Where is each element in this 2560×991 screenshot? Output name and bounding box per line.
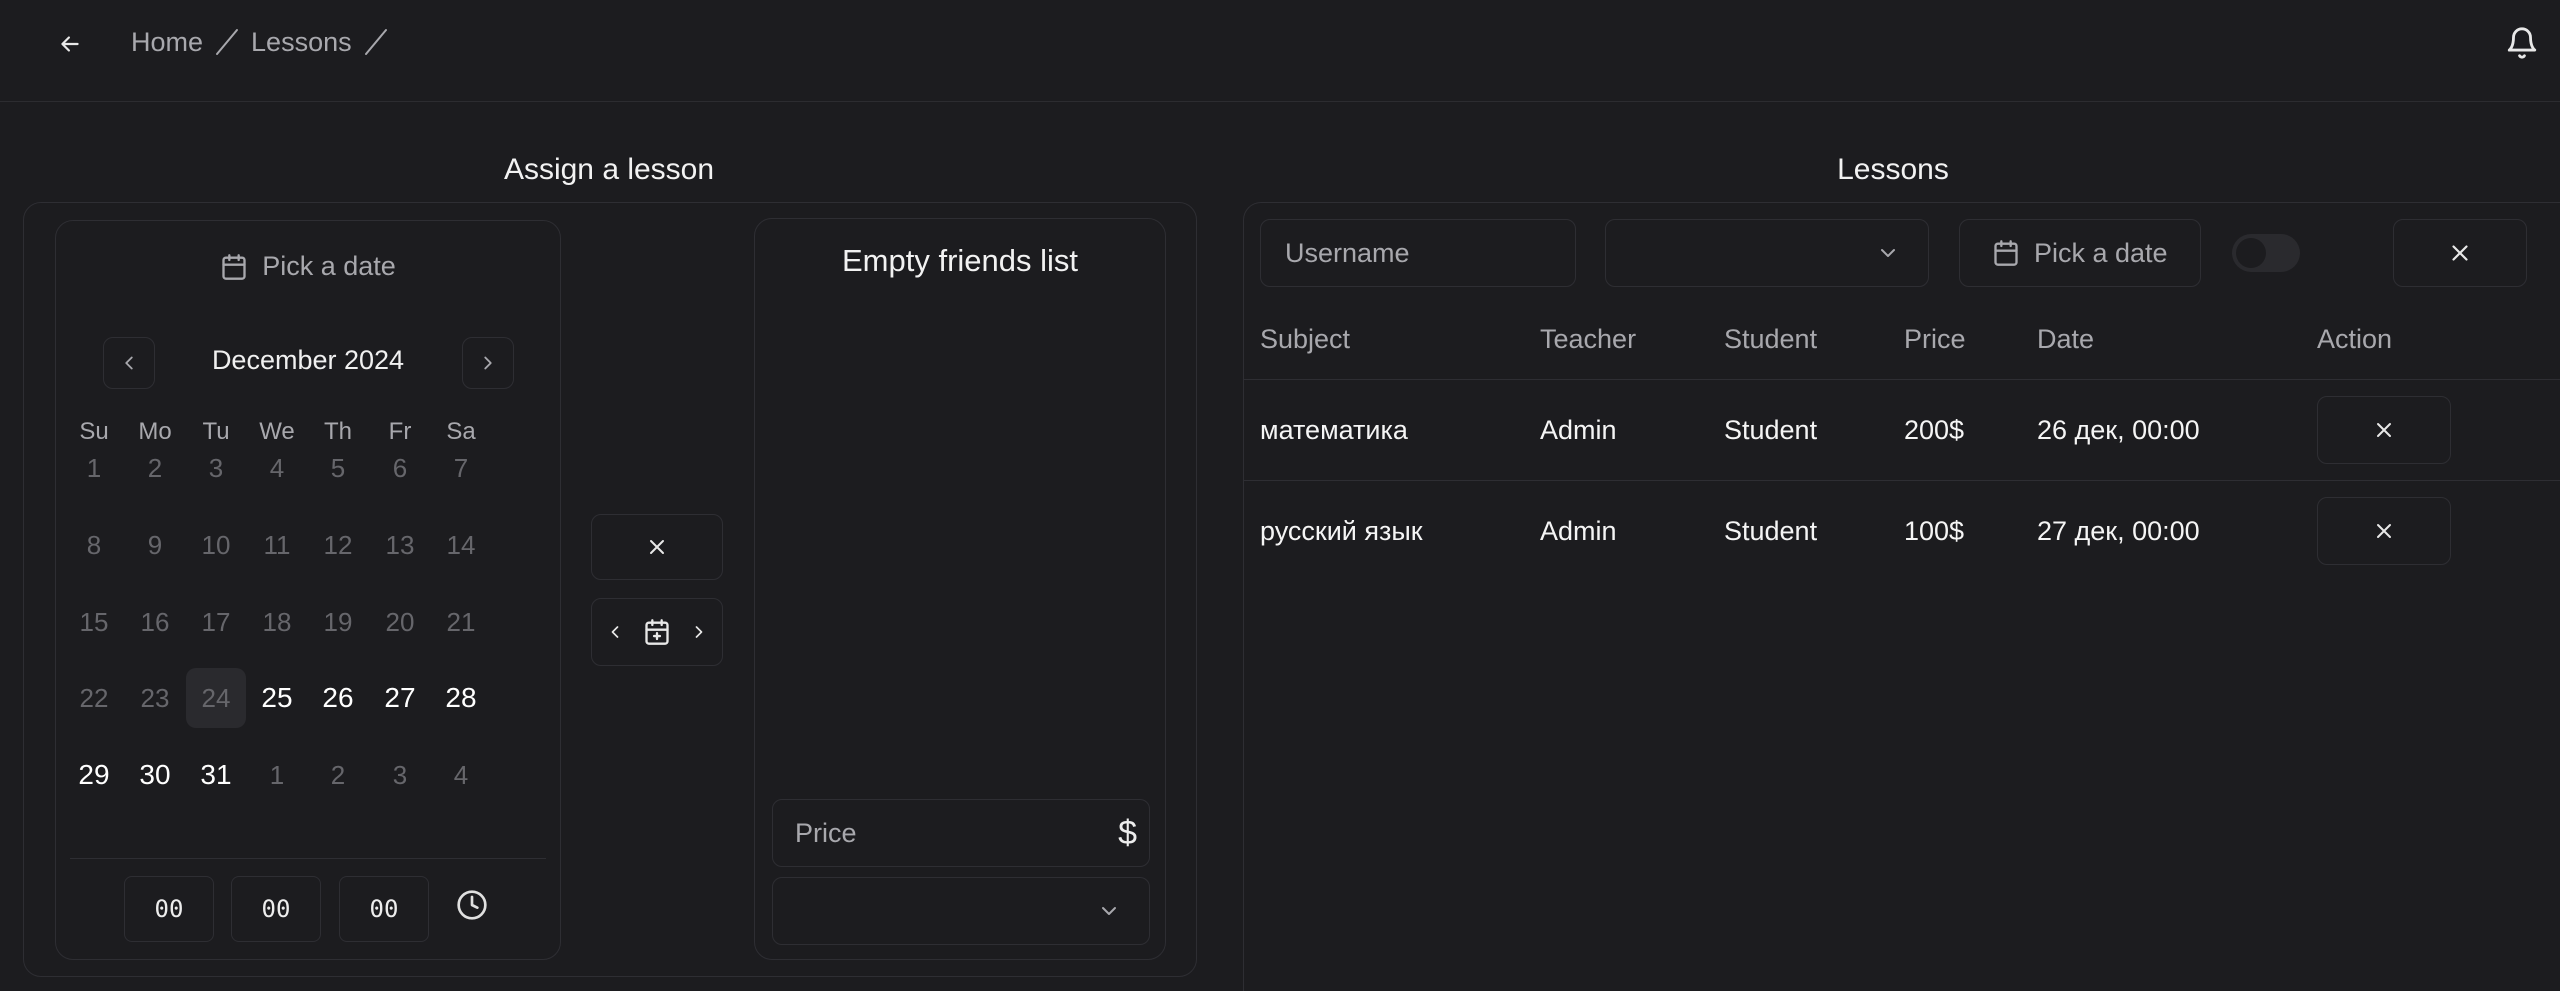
calendar-day[interactable]: 14 (431, 515, 491, 575)
date-filter-button[interactable]: Pick a date (1959, 219, 2201, 287)
calendar-day[interactable]: 12 (308, 515, 368, 575)
slash-separator-icon (213, 26, 241, 58)
calendar-day[interactable]: 29 (64, 745, 124, 805)
friend-select[interactable] (772, 877, 1150, 945)
calendar-icon (1992, 239, 2020, 267)
breadcrumb-lessons[interactable]: Lessons (251, 27, 352, 58)
calendar-day[interactable]: 24 (186, 668, 246, 728)
calendar-day[interactable]: 2 (308, 745, 368, 805)
lessons-title: Lessons (1837, 153, 1949, 186)
calendar-day[interactable]: 4 (431, 745, 491, 805)
column-header: Date (2037, 324, 2095, 354)
friends-list-empty-title: Empty friends list (841, 243, 1078, 278)
seconds-input[interactable]: 00 (339, 876, 429, 942)
column-header: Teacher (1540, 324, 1637, 354)
cell-student: Student (1724, 516, 1818, 546)
toggle-knob (2236, 238, 2266, 268)
price-placeholder: Price (795, 817, 857, 848)
calendar-day[interactable]: 19 (308, 592, 368, 652)
chevron-down-icon (1097, 899, 1121, 923)
calendar-day[interactable]: 9 (125, 515, 185, 575)
clear-filters-button[interactable] (2393, 219, 2527, 287)
pick-date-label: Pick a date (262, 251, 396, 281)
cell-date: 26 дек, 00:00 (2037, 415, 2200, 445)
calendar-card: Pick a date December 2024 Su Mo Tu We Th Fr Sa… (55, 220, 561, 960)
calendar-day[interactable]: 21 (431, 592, 491, 652)
cell-teacher: Admin (1540, 516, 1617, 546)
minutes-input[interactable]: 00 (231, 876, 321, 942)
calendar-day[interactable]: 2 (125, 438, 185, 498)
breadcrumb: Home Lessons (131, 26, 400, 58)
cell-subject: русский язык (1260, 516, 1423, 546)
pick-date-header[interactable]: Pick a date (56, 251, 560, 282)
calendar-day[interactable]: 25 (247, 668, 307, 728)
top-bar: Home Lessons (0, 0, 2560, 102)
delete-lesson-button[interactable] (2317, 497, 2451, 565)
calendar-day[interactable]: 27 (370, 668, 430, 728)
date-filter-label: Pick a date (2034, 237, 2168, 268)
calendar-day[interactable]: 17 (186, 592, 246, 652)
calendar-day[interactable]: 1 (247, 745, 307, 805)
cell-subject: математика (1260, 415, 1408, 445)
price-input[interactable]: Price $ (772, 799, 1150, 867)
close-icon (2377, 423, 2391, 437)
calendar-day[interactable]: 8 (64, 515, 124, 575)
table-header-divider (1244, 379, 2560, 380)
calendar-day[interactable]: 6 (370, 438, 430, 498)
friends-list-card: Empty friends list Price $ (754, 218, 1166, 960)
calendar-divider (70, 858, 546, 859)
delete-lesson-button[interactable] (2317, 396, 2451, 464)
slash-separator-icon (362, 26, 390, 58)
calendar-icon (220, 253, 248, 281)
assign-lesson-title: Assign a lesson (503, 153, 715, 186)
back-arrow-icon[interactable] (46, 22, 94, 66)
calendar-day[interactable]: 26 (308, 668, 368, 728)
column-header: Student (1724, 324, 1818, 354)
calendar-day[interactable]: 10 (186, 515, 246, 575)
chevron-left-icon[interactable] (605, 621, 625, 643)
column-header: Price (1904, 324, 1966, 354)
date-stepper (591, 598, 723, 666)
calendar-day[interactable]: 3 (186, 438, 246, 498)
username-filter-input[interactable]: Username (1260, 219, 1576, 287)
hours-input[interactable]: 00 (124, 876, 214, 942)
calendar-day[interactable]: 30 (125, 745, 185, 805)
calendar-day[interactable]: 16 (125, 592, 185, 652)
calendar-day[interactable]: 22 (64, 668, 124, 728)
calendar-day[interactable]: 13 (370, 515, 430, 575)
calendar-day[interactable]: 3 (370, 745, 430, 805)
subject-filter-select[interactable] (1605, 219, 1929, 287)
calendar-plus-icon[interactable] (643, 618, 671, 646)
calendar-day[interactable]: 18 (247, 592, 307, 652)
calendar-day[interactable]: 5 (308, 438, 368, 498)
calendar-day[interactable]: 23 (125, 668, 185, 728)
cell-price: 200$ (1904, 415, 1965, 445)
chevron-down-icon (1876, 241, 1900, 265)
cell-price: 100$ (1904, 516, 1965, 546)
dollar-icon: $ (1118, 814, 1137, 852)
cell-student: Student (1724, 415, 1818, 445)
calendar-day[interactable]: 4 (247, 438, 307, 498)
lessons-panel (1243, 202, 2560, 991)
calendar-day[interactable]: 15 (64, 592, 124, 652)
breadcrumb-home[interactable]: Home (131, 27, 203, 58)
chevron-right-icon[interactable] (689, 621, 709, 643)
calendar-day[interactable]: 20 (370, 592, 430, 652)
column-header: Action (2317, 324, 2393, 354)
calendar-day[interactable]: 1 (64, 438, 124, 498)
calendar-day[interactable]: 31 (186, 745, 246, 805)
filter-toggle[interactable] (2232, 234, 2300, 272)
clock-icon (456, 889, 488, 921)
next-month-button[interactable] (462, 337, 514, 389)
calendar-day[interactable]: 11 (247, 515, 307, 575)
bell-icon[interactable] (2502, 20, 2542, 66)
cell-date: 27 дек, 00:00 (2037, 516, 2200, 546)
cell-teacher: Admin (1540, 415, 1617, 445)
calendar-day[interactable]: 7 (431, 438, 491, 498)
clear-date-button[interactable] (591, 514, 723, 580)
calendar-day[interactable]: 28 (431, 668, 491, 728)
row-divider (1244, 480, 2560, 481)
column-header: Subject (1260, 324, 1351, 354)
close-icon (2377, 524, 2391, 538)
